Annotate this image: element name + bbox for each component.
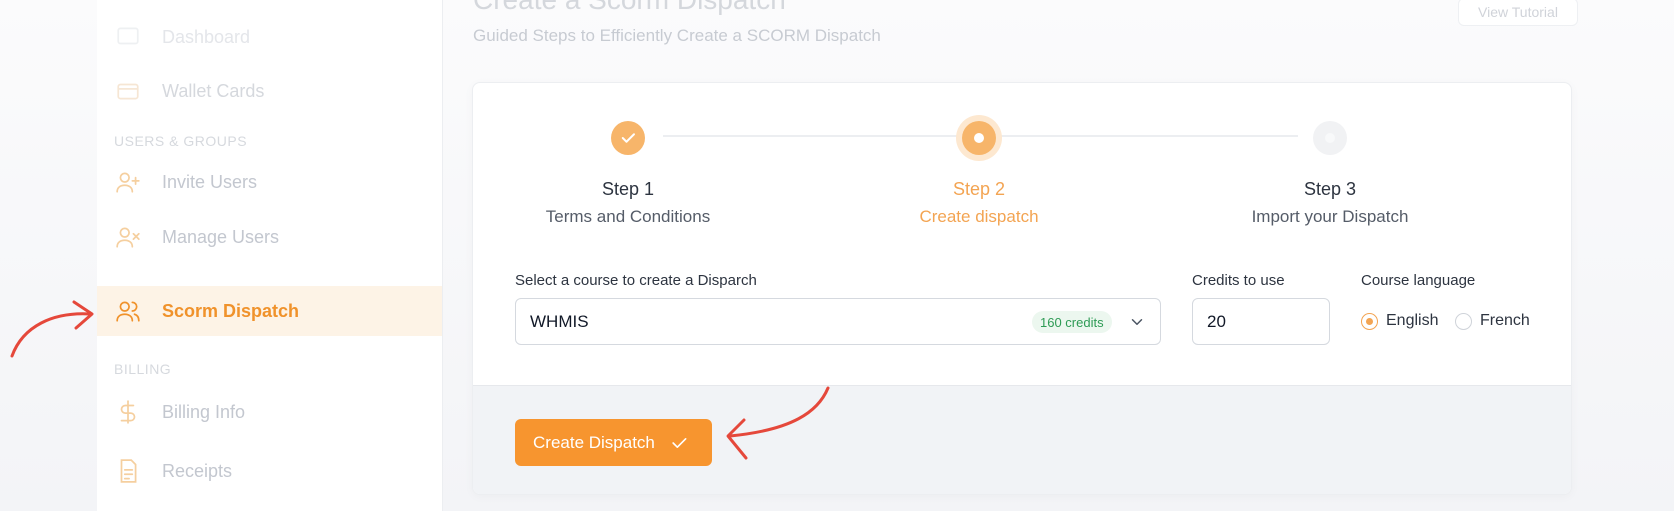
step-1-title: Step 1: [601, 179, 655, 199]
course-select-label: Select a course to create a Disparch: [515, 272, 757, 289]
step-3-title: Step 3: [1303, 179, 1357, 199]
sidebar-item-label: Scorm Dispatch: [162, 300, 300, 321]
sidebar-item-label: Billing Info: [162, 401, 246, 422]
user-plus-icon: [114, 168, 142, 196]
step-3-subtitle: Import your Dispatch: [1251, 207, 1409, 226]
sidebar-item-receipts[interactable]: Receipts: [97, 446, 442, 496]
sidebar-item-wallet-cards[interactable]: Wallet Cards: [97, 66, 442, 116]
radio-unchecked-icon: [1455, 312, 1472, 330]
credits-badge: 160 credits: [1032, 311, 1112, 333]
sidebar-item-label: Invite Users: [162, 171, 258, 192]
check-icon: [672, 437, 687, 448]
step-2-indicator: [962, 121, 996, 155]
annotation-arrow-bottom: [726, 386, 830, 460]
users-icon: [114, 297, 142, 325]
sidebar-item-invite-users[interactable]: Invite Users: [97, 157, 442, 207]
sidebar-item-label: Manage Users: [162, 226, 280, 247]
page-title: Create a Scorm Dispatch: [473, 0, 786, 16]
stepper-line-2: [993, 135, 1298, 137]
course-select-value: WHMIS: [530, 311, 589, 331]
page-subtitle: Guided Steps to Efficiently Create a SCO…: [473, 26, 881, 45]
step-2-title: Step 2: [952, 179, 1006, 199]
create-dispatch-label: Create Dispatch: [533, 432, 655, 452]
dollar-icon: [114, 398, 142, 426]
user-x-icon: [114, 223, 142, 251]
language-option-label: French: [1480, 312, 1530, 329]
credits-label: Credits to use: [1192, 272, 1285, 289]
dispatch-card: Step 1 Terms and Conditions Step 2 Creat…: [472, 82, 1572, 495]
step-3-indicator: [1313, 121, 1347, 155]
sidebar: Dashboard Wallet Cards USERS & GROUPS In…: [97, 0, 443, 511]
receipt-icon: [114, 457, 142, 485]
language-label: Course language: [1361, 272, 1476, 289]
view-tutorial-button[interactable]: View Tutorial: [1458, 0, 1578, 26]
radio-checked-icon: [1361, 312, 1378, 330]
card-footer: Create Dispatch: [473, 385, 1571, 494]
annotation-arrow-left: [10, 300, 94, 358]
create-dispatch-button[interactable]: Create Dispatch: [515, 419, 712, 466]
wallet-icon: [114, 77, 142, 105]
section-label-users: USERS & GROUPS: [114, 133, 248, 149]
sidebar-item-label: Dashboard: [162, 26, 251, 47]
credits-input[interactable]: 20: [1192, 298, 1330, 345]
course-select[interactable]: WHMIS 160 credits: [515, 298, 1161, 345]
dashboard-icon: [114, 23, 142, 51]
section-label-billing: BILLING: [114, 361, 172, 377]
stepper-line-1: [663, 135, 963, 137]
sidebar-item-label: Receipts: [162, 460, 233, 481]
language-option-french[interactable]: French: [1455, 312, 1530, 330]
step-1-subtitle: Terms and Conditions: [545, 207, 711, 226]
language-option-label: English: [1386, 312, 1439, 329]
check-icon: [621, 133, 635, 143]
sidebar-item-dashboard[interactable]: Dashboard: [97, 12, 442, 62]
sidebar-item-label: Wallet Cards: [162, 80, 265, 101]
sidebar-item-scorm-dispatch[interactable]: Scorm Dispatch: [97, 286, 442, 336]
sidebar-item-billing-info[interactable]: Billing Info: [97, 387, 442, 437]
step-2-subtitle: Create dispatch: [919, 207, 1039, 226]
sidebar-item-manage-users[interactable]: Manage Users: [97, 212, 442, 262]
chevron-down-icon[interactable]: [1128, 313, 1146, 331]
language-option-english[interactable]: English: [1361, 312, 1438, 330]
step-1-indicator: [611, 121, 645, 155]
